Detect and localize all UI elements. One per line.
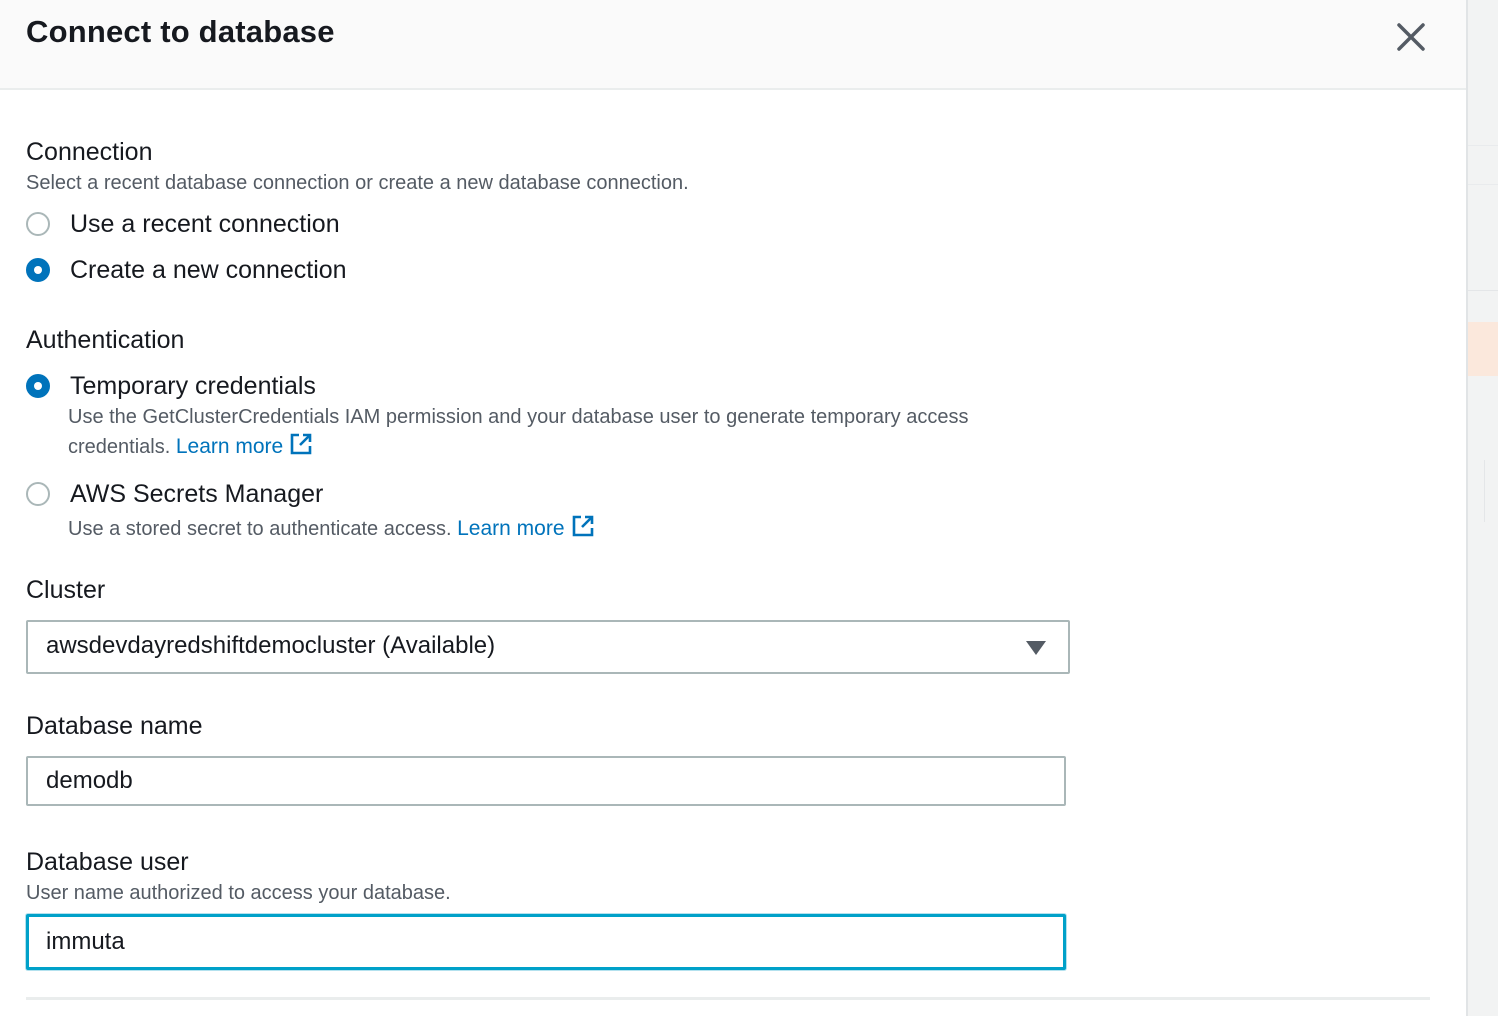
secrets-manager-description: Use a stored secret to authenticate acce… — [68, 514, 1068, 544]
description-text: Use the GetClusterCredentials IAM permis… — [68, 406, 969, 428]
footer-divider — [26, 997, 1430, 1000]
radio-button[interactable] — [26, 374, 50, 398]
radio-label: Use a recent connection — [70, 209, 340, 238]
radio-label: Create a new connection — [70, 255, 347, 284]
radio-aws-secrets-manager[interactable]: AWS Secrets Manager — [26, 478, 323, 510]
description-text: Use a stored secret to authenticate acce… — [68, 518, 452, 540]
cluster-selected-value: awsdevdayredshiftdemocluster (Available) — [46, 632, 496, 659]
connect-database-modal: Connect to database Connection Select a … — [0, 0, 1466, 1016]
database-name-label: Database name — [26, 712, 203, 740]
background-divider — [1484, 460, 1485, 522]
connection-label: Connection — [26, 138, 153, 166]
temporary-credentials-description: Use the GetClusterCredentials IAM permis… — [68, 403, 1068, 462]
background-row — [1468, 145, 1498, 185]
radio-temporary-credentials[interactable]: Temporary credentials — [26, 370, 316, 402]
radio-button[interactable] — [26, 482, 50, 506]
radio-use-recent-connection[interactable]: Use a recent connection — [26, 208, 340, 240]
background-page — [1466, 0, 1498, 1016]
learn-more-link[interactable]: Learn more — [457, 515, 594, 540]
close-button[interactable] — [1390, 16, 1432, 58]
external-link-icon — [290, 433, 312, 455]
radio-create-new-connection[interactable]: Create a new connection — [26, 254, 347, 286]
modal-title: Connect to database — [26, 14, 335, 49]
background-divider — [1468, 290, 1498, 291]
learn-more-link[interactable]: Learn more — [175, 433, 313, 458]
link-text: Learn more — [457, 517, 565, 540]
radio-label: AWS Secrets Manager — [70, 479, 324, 508]
link-text: Learn more — [175, 435, 284, 458]
radio-button[interactable] — [26, 212, 50, 236]
cluster-label: Cluster — [26, 576, 106, 604]
background-button — [1468, 322, 1498, 376]
connection-description: Select a recent database connection or c… — [26, 172, 689, 194]
database-user-description: User name authorized to access your data… — [26, 882, 451, 904]
radio-label: Temporary credentials — [70, 371, 316, 400]
database-name-input[interactable] — [26, 756, 1066, 806]
database-user-input[interactable] — [26, 914, 1066, 970]
cluster-select[interactable]: awsdevdayredshiftdemocluster (Available) — [26, 620, 1070, 674]
external-link-icon — [572, 515, 593, 537]
radio-button[interactable] — [26, 258, 50, 282]
caret-down-icon — [1026, 641, 1046, 655]
authentication-label: Authentication — [26, 326, 185, 354]
close-icon — [1397, 23, 1425, 51]
description-text: credentials. — [68, 436, 171, 458]
modal-header: Connect to database — [0, 0, 1466, 90]
database-user-label: Database user — [26, 848, 189, 876]
